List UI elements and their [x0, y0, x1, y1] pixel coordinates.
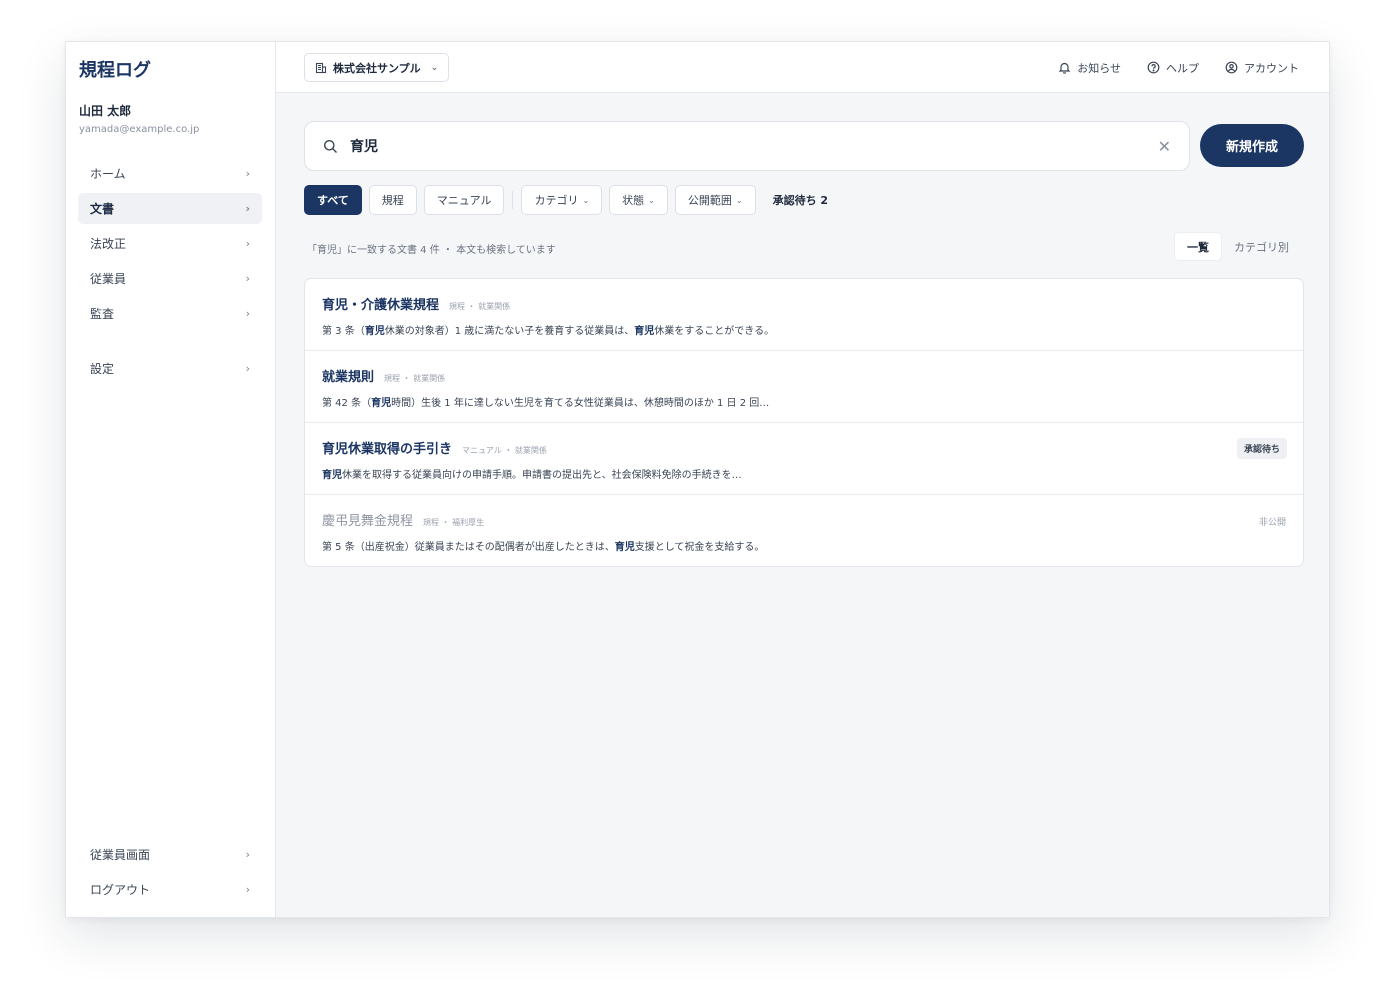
chevron-right-icon: › [245, 237, 250, 250]
sidebar-item-label: ホーム [90, 167, 126, 181]
help-icon [1147, 61, 1160, 74]
sidebar-item-label: 設定 [90, 362, 115, 376]
app-window: 規程ログ 山田 太郎 yamada@example.co.jp ホーム › 文書… [65, 41, 1330, 918]
filter-category-dropdown[interactable]: カテゴリ ⌄ [521, 185, 603, 215]
search-bar: ✕ [304, 121, 1190, 171]
result-heading: 育児休業取得の手引き マニュアル ・ 就業関係 [322, 438, 547, 457]
company-name: 株式会社サンプル [333, 61, 421, 75]
sidebar-item-employees[interactable]: 従業員 › [78, 263, 262, 294]
notifications-label: お知らせ [1077, 61, 1121, 75]
sidebar-item-label: 法改正 [90, 237, 127, 251]
filter-bar: すべて 規程 マニュアル カテゴリ ⌄ 状態 ⌄ 公開範囲 ⌄ 承認待ち 2 [304, 185, 838, 215]
building-icon [315, 62, 327, 73]
search-icon [324, 139, 337, 153]
main-content: 株式会社サンプル ⌄ お知らせ ヘルプ アカウント 育児 ✕ 新規作成 すべて … [276, 42, 1329, 917]
results-list: 育児・介護休業規程 規程 ・ 就業関係 第 3 条（育児休業の対象者）1 歳に満… [304, 278, 1304, 567]
sidebar-item-label: 従業員 [90, 272, 127, 286]
result-row[interactable]: 就業規則 規程 ・ 就業関係 第 42 条（育児時間）生後 1 年に達しない生児… [305, 351, 1303, 423]
filter-label: 公開範囲 [687, 194, 732, 207]
status-badge: 承認待ち [1236, 438, 1287, 459]
result-meta: 規程 ・ 就業関係 [384, 374, 446, 383]
company-selector[interactable]: 株式会社サンプル ⌄ [304, 53, 450, 82]
sidebar-item-documents[interactable]: 文書 › [78, 193, 262, 224]
view-toggle: 一覧 カテゴリ別 [1174, 232, 1301, 261]
bell-icon [1058, 62, 1071, 74]
sidebar-item-home[interactable]: ホーム › [78, 158, 262, 189]
chevron-down-icon: ⌄ [648, 195, 655, 205]
top-actions: お知らせ ヘルプ アカウント [1058, 42, 1299, 93]
result-heading: 育児・介護休業規程 規程 ・ 就業関係 [322, 294, 510, 313]
close-icon[interactable]: ✕ [1158, 137, 1171, 156]
sidebar-item-law-changes[interactable]: 法改正 › [78, 228, 262, 259]
filter-all[interactable]: すべて [304, 185, 362, 215]
chevron-right-icon: › [245, 272, 250, 285]
result-title[interactable]: 育児・介護休業規程 [322, 294, 439, 313]
sidebar-item-label: 従業員画面 [90, 848, 151, 862]
sidebar-item-logout[interactable]: ログアウト › [78, 874, 262, 905]
result-heading: 慶弔見舞金規程 規程 ・ 福利厚生 [322, 510, 484, 529]
filter-rules[interactable]: 規程 [368, 185, 417, 215]
filter-status-dropdown[interactable]: 状態 ⌄ [609, 185, 668, 215]
filter-label: カテゴリ [534, 194, 579, 207]
result-title[interactable]: 育児休業取得の手引き [322, 438, 452, 457]
view-category-button[interactable]: カテゴリ別 [1222, 232, 1301, 261]
result-row[interactable]: 慶弔見舞金規程 規程 ・ 福利厚生 非公開 第 5 条（出産祝金）従業員またはそ… [305, 495, 1303, 566]
chevron-down-icon: ⌄ [582, 195, 590, 205]
help-button[interactable]: ヘルプ [1147, 60, 1199, 76]
result-snippet: 育児休業を取得する従業員向けの申請手順。申請書の提出先と、社会保険料免除の手続き… [322, 470, 742, 481]
chevron-right-icon: › [245, 167, 250, 180]
sidebar-item-label: 監査 [90, 307, 115, 321]
sidebar-item-employee-view[interactable]: 従業員画面 › [78, 839, 262, 870]
result-row[interactable]: 育児休業取得の手引き マニュアル ・ 就業関係 承認待ち 育児休業を取得する従業… [305, 423, 1303, 495]
new-document-button[interactable]: 新規作成 [1200, 124, 1304, 167]
result-snippet: 第 3 条（育児休業の対象者）1 歳に満たない子を養育する従業員は、育児休業をす… [322, 326, 775, 337]
filter-label: 規程 [381, 194, 404, 207]
sidebar: 規程ログ 山田 太郎 yamada@example.co.jp ホーム › 文書… [66, 42, 276, 917]
filter-pending-approval[interactable]: 承認待ち 2 [763, 192, 838, 208]
filter-manual[interactable]: マニュアル [423, 185, 505, 215]
user-circle-icon [1225, 61, 1238, 74]
filter-scope-dropdown[interactable]: 公開範囲 ⌄ [674, 185, 756, 215]
search-input[interactable] [350, 138, 1158, 154]
topbar: 株式会社サンプル ⌄ お知らせ ヘルプ アカウント [276, 42, 1329, 93]
result-heading: 就業規則 規程 ・ 就業関係 [322, 366, 445, 385]
user-email: yamada@example.co.jp [79, 124, 200, 135]
user-name: 山田 太郎 [79, 104, 132, 118]
app-logo[interactable]: 規程ログ [79, 56, 151, 82]
view-list-button[interactable]: 一覧 [1174, 232, 1222, 261]
result-meta: マニュアル ・ 就業関係 [462, 446, 547, 455]
help-label: ヘルプ [1166, 61, 1199, 75]
result-snippet: 第 5 条（出産祝金）従業員またはその配偶者が出産したときは、育児支援として祝金… [322, 542, 765, 553]
account-label: アカウント [1244, 61, 1299, 75]
chevron-right-icon: › [245, 848, 250, 861]
result-meta: 規程 ・ 就業関係 [449, 302, 511, 311]
result-snippet: 第 42 条（育児時間）生後 1 年に達しない生児を育てる女性従業員は、休憩時間… [322, 398, 770, 409]
sidebar-item-audit[interactable]: 監査 › [78, 298, 262, 329]
sidebar-item-label: 文書 [90, 202, 115, 216]
chevron-down-icon: ⌄ [430, 62, 439, 73]
filter-label: 状態 [622, 194, 645, 207]
chevron-right-icon: › [245, 362, 250, 375]
filter-label: すべて [317, 194, 349, 207]
filter-divider [512, 191, 514, 209]
notifications-button[interactable]: お知らせ [1058, 60, 1121, 76]
sidebar-item-settings[interactable]: 設定 › [78, 353, 262, 384]
sidebar-nav: ホーム › 文書 › 法改正 › 従業員 › 監査 › 設定 › [78, 158, 262, 388]
sidebar-item-label: ログアウト [90, 883, 151, 897]
result-summary: 「育児」に一致する文書 4 件 ・ 本文も検索しています [307, 245, 556, 256]
filter-label: マニュアル [436, 194, 492, 207]
result-title[interactable]: 慶弔見舞金規程 [322, 510, 413, 529]
result-row[interactable]: 育児・介護休業規程 規程 ・ 就業関係 第 3 条（育児休業の対象者）1 歳に満… [305, 279, 1303, 351]
result-title[interactable]: 就業規則 [322, 366, 374, 385]
visibility-status: 非公開 [1258, 518, 1286, 528]
chevron-right-icon: › [245, 883, 250, 896]
chevron-down-icon: ⌄ [735, 195, 743, 205]
account-button[interactable]: アカウント [1225, 60, 1299, 76]
sidebar-bottom-nav: 従業員画面 › ログアウト › [78, 839, 262, 909]
chevron-right-icon: › [245, 307, 250, 320]
chevron-right-icon: › [245, 202, 250, 215]
result-meta: 規程 ・ 福利厚生 [423, 518, 485, 527]
